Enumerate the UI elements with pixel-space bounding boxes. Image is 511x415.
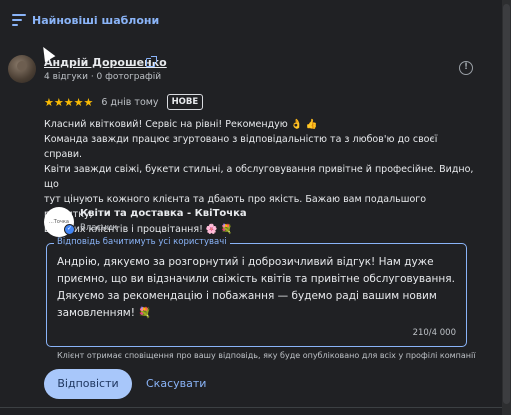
- reply-text[interactable]: Андрію, дякуємо за розгорнутий і добрози…: [57, 254, 457, 322]
- owner-role: Власник: [80, 223, 118, 233]
- sort-label[interactable]: Найновіші шаблони: [32, 14, 159, 27]
- reply-line: замовленням! 💐: [57, 307, 152, 319]
- review-line: Класний квітковий! Сервіс на рівні! Реко…: [44, 119, 318, 130]
- char-counter: 210/4 000: [412, 328, 456, 338]
- reply-line: приємно, що ви відзначили свіжість квіті…: [57, 273, 455, 285]
- divider: [0, 407, 503, 408]
- notification-notice: Клієнт отримає сповіщення про вашу відпо…: [57, 351, 476, 360]
- review-text: Класний квітковий! Сервіс на рівні! Реко…: [44, 117, 476, 237]
- sort-icon[interactable]: [12, 14, 26, 26]
- reply-line: Андрію, дякуємо за розгорнутий і добрози…: [57, 256, 434, 268]
- verified-check-icon: ✓: [64, 224, 75, 235]
- submit-reply-button[interactable]: Відповісти: [44, 369, 132, 399]
- reply-line: Дякуємо за рекомендацію і побажання — бу…: [57, 290, 437, 302]
- sort-bar[interactable]: Найновіші шаблони: [0, 0, 503, 40]
- author-meta: 4 відгуки · 0 фотографій: [44, 72, 162, 82]
- reply-legend: Відповідь бачитимуть усі користувачі: [54, 237, 230, 247]
- reply-textarea[interactable]: Відповідь бачитимуть усі користувачі Анд…: [46, 237, 467, 347]
- review-panel: Найновіші шаблони Андрій Дорошенко 4 від…: [0, 0, 511, 415]
- info-icon[interactable]: !: [459, 61, 473, 75]
- owner-name: Квіти та доставка - КвіТочка: [80, 208, 247, 219]
- rating-row: ★★★★★ 6 днів тому НОВЕ: [44, 94, 204, 110]
- scrollbar[interactable]: [502, 0, 511, 415]
- review-line: Квіти завжди свіжі, букети стильні, а об…: [44, 164, 474, 190]
- open-in-new-icon[interactable]: [146, 56, 157, 67]
- new-badge: НОВЕ: [166, 94, 204, 110]
- author-avatar[interactable]: [8, 55, 36, 83]
- star-rating: ★★★★★: [44, 95, 94, 109]
- scrollbar-thumb[interactable]: [503, 4, 510, 404]
- cancel-button[interactable]: Скасувати: [146, 369, 206, 399]
- review-line: Команда завжди працює згуртовано з відпо…: [44, 134, 438, 160]
- review-time: 6 днів тому: [101, 96, 159, 108]
